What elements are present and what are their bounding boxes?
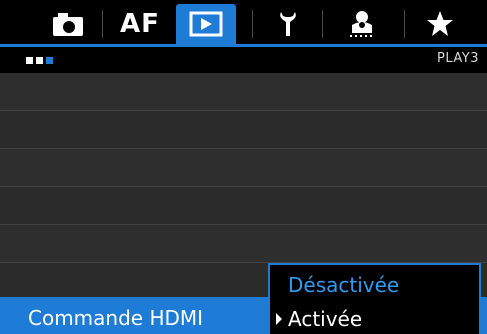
playback-icon — [189, 11, 223, 37]
option-popup: Désactivée Activée — [268, 263, 481, 334]
option-enabled[interactable]: Activée — [288, 307, 362, 331]
option-disabled[interactable]: Désactivée — [288, 273, 399, 297]
star-icon — [427, 11, 453, 36]
custom-person-icon — [350, 11, 372, 37]
tab-af-label: AF — [120, 9, 160, 39]
tab-af[interactable]: AF — [112, 4, 168, 44]
tab-favorites[interactable] — [418, 4, 462, 44]
tab-shooting[interactable] — [46, 4, 90, 44]
tab-bar: AF — [0, 0, 487, 47]
menu-row[interactable] — [0, 149, 487, 187]
tab-setup[interactable] — [268, 4, 308, 44]
tab-divider — [322, 10, 323, 38]
camera-icon — [53, 13, 83, 36]
page-dot-current — [46, 57, 53, 64]
wrench-icon — [280, 12, 296, 36]
page-indicator-bar: PLAY3 — [0, 47, 487, 73]
tab-playback[interactable] — [176, 4, 236, 44]
page-dot — [36, 57, 43, 64]
current-value-marker-icon — [276, 313, 282, 325]
tab-my-menu[interactable] — [334, 4, 390, 44]
selected-menu-label: Commande HDMI — [28, 306, 204, 330]
tab-divider — [102, 10, 103, 38]
tab-divider — [404, 10, 405, 38]
camera-menu-screen: AF PLAY3 Commande HDMI Désactivée Activé… — [0, 0, 487, 334]
tab-divider — [252, 10, 253, 38]
menu-row[interactable] — [0, 111, 487, 149]
page-name: PLAY3 — [437, 51, 479, 66]
menu-row[interactable] — [0, 187, 487, 225]
menu-row[interactable] — [0, 225, 487, 263]
menu-row[interactable] — [0, 73, 487, 111]
page-dot — [26, 57, 33, 64]
